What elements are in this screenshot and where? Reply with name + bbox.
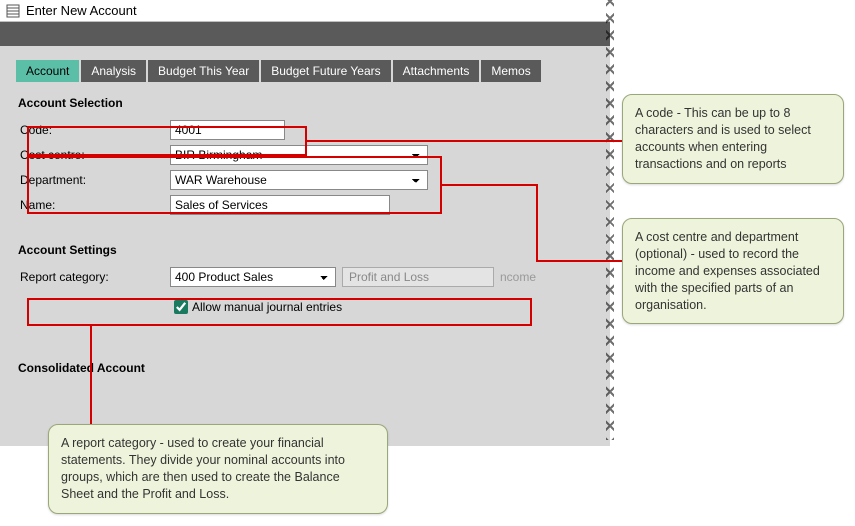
row-code: Code: xyxy=(16,120,594,140)
label-allow-manual: Allow manual journal entries xyxy=(192,300,342,314)
row-name: Name: xyxy=(16,195,594,215)
consolidated-account-heading: Consolidated Account xyxy=(18,361,594,375)
connector-code xyxy=(307,140,622,142)
label-report-category: Report category: xyxy=(20,270,170,284)
callout-code: A code - This can be up to 8 characters … xyxy=(622,94,844,184)
allow-manual-checkbox[interactable] xyxy=(174,300,188,314)
toolbar-strip xyxy=(0,22,610,46)
label-name: Name: xyxy=(20,198,170,212)
report-category-select[interactable]: 400 Product Sales xyxy=(170,267,336,287)
tab-account[interactable]: Account xyxy=(16,60,79,82)
income-readonly-fragment: ncome xyxy=(500,270,536,284)
window-icon xyxy=(6,4,20,18)
tab-analysis[interactable]: Analysis xyxy=(81,60,146,82)
row-report-category: Report category: 400 Product Sales Profi… xyxy=(16,267,594,287)
label-cost-centre: Cost centre: xyxy=(20,148,170,162)
callout-cost-dept: A cost centre and department (optional) … xyxy=(622,218,844,324)
tab-memos[interactable]: Memos xyxy=(481,60,540,82)
cost-centre-select[interactable]: BIR Birmingham xyxy=(170,145,428,165)
account-settings-heading: Account Settings xyxy=(18,243,594,257)
row-allow-manual: Allow manual journal entries xyxy=(16,297,594,317)
tab-budget-future-years[interactable]: Budget Future Years xyxy=(261,60,390,82)
titlebar: Enter New Account xyxy=(0,0,610,22)
window-title: Enter New Account xyxy=(26,3,137,18)
tab-attachments[interactable]: Attachments xyxy=(393,60,480,82)
name-input[interactable] xyxy=(170,195,390,215)
connector-costdept-h1 xyxy=(442,184,538,186)
report-type-readonly: Profit and Loss xyxy=(342,267,494,287)
label-code: Code: xyxy=(20,123,170,137)
tab-budget-this-year[interactable]: Budget This Year xyxy=(148,60,259,82)
code-input[interactable] xyxy=(170,120,285,140)
row-department: Department: WAR Warehouse xyxy=(16,170,594,190)
connector-costdept-h2 xyxy=(536,260,622,262)
label-department: Department: xyxy=(20,173,170,187)
connector-reportcat xyxy=(90,326,92,424)
callout-report-category: A report category - used to create your … xyxy=(48,424,388,514)
row-cost-centre: Cost centre: BIR Birmingham xyxy=(16,145,594,165)
account-selection-heading: Account Selection xyxy=(18,96,594,110)
connector-costdept-v xyxy=(536,184,538,262)
department-select[interactable]: WAR Warehouse xyxy=(170,170,428,190)
tab-strip: Account Analysis Budget This Year Budget… xyxy=(16,60,594,82)
